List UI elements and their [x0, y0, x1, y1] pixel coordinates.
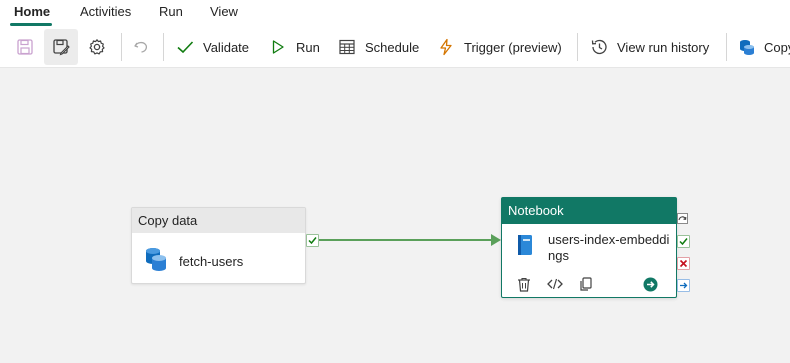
on-completion-output[interactable]: [677, 279, 690, 292]
lightning-icon: [436, 37, 456, 57]
success-connection-line[interactable]: [317, 239, 495, 241]
on-success-output[interactable]: [306, 234, 319, 247]
toolbar-divider: [121, 33, 122, 61]
calendar-grid-icon: [337, 37, 357, 57]
schedule-label: Schedule: [365, 39, 420, 55]
validate-label: Validate: [203, 39, 250, 55]
save-button[interactable]: [8, 29, 42, 65]
on-success-output[interactable]: [677, 235, 690, 248]
checkmark-icon: [679, 238, 688, 246]
toolbar: Validate Run Schedule Trigger (preview) …: [0, 27, 790, 68]
play-icon: [268, 37, 288, 57]
close-icon: [679, 259, 688, 268]
copy-button[interactable]: Copy: [738, 33, 790, 61]
activity-name: users-index-embeddings: [548, 232, 670, 263]
copy-data-icon: [738, 37, 756, 57]
delete-icon[interactable]: [516, 276, 532, 292]
view-run-history-button[interactable]: View run history: [589, 33, 709, 61]
activity-type-label: Notebook: [502, 198, 676, 224]
settings-button[interactable]: [80, 29, 114, 65]
ribbon-tabs: Home Activities Run View: [0, 0, 790, 27]
tab-run[interactable]: Run: [159, 4, 183, 19]
toolbar-divider: [577, 33, 578, 61]
view-run-history-label: View run history: [617, 39, 710, 55]
trigger-button[interactable]: Trigger (preview): [436, 33, 562, 61]
copy-label: Copy: [764, 39, 790, 55]
activity-type-label: Copy data: [132, 208, 305, 233]
copy-icon[interactable]: [578, 276, 594, 292]
toolbar-divider: [163, 33, 164, 61]
active-tab-indicator: [10, 23, 52, 26]
save-as-button[interactable]: [44, 29, 78, 65]
arrow-right-icon: [680, 282, 688, 289]
checkmark-icon: [308, 237, 317, 245]
schedule-button[interactable]: Schedule: [337, 33, 419, 61]
on-skip-output[interactable]: [677, 213, 688, 224]
tab-view[interactable]: View: [210, 4, 238, 19]
copy-data-icon: [144, 246, 168, 277]
toolbar-divider: [726, 33, 727, 61]
validate-button[interactable]: Validate: [175, 33, 249, 61]
activity-body: fetch-users: [144, 246, 243, 277]
go-to-arrow-icon[interactable]: [642, 276, 658, 292]
notebook-icon: [516, 234, 534, 261]
activity-name: fetch-users: [179, 254, 244, 269]
activity-copy-data[interactable]: Copy data fetch-users: [131, 207, 306, 284]
checkmark-icon: [175, 37, 195, 57]
activity-notebook[interactable]: Notebook users-index-embeddings: [501, 197, 677, 298]
gear-icon: [87, 37, 107, 57]
save-as-icon: [51, 37, 71, 57]
tab-activities[interactable]: Activities: [80, 4, 131, 19]
undo-button[interactable]: [124, 29, 158, 65]
code-icon[interactable]: [547, 276, 563, 292]
skip-arrow-icon: [677, 213, 688, 224]
save-icon: [15, 37, 35, 57]
history-icon: [589, 37, 609, 57]
trigger-label: Trigger (preview): [464, 39, 562, 55]
run-button[interactable]: Run: [268, 33, 320, 61]
undo-icon: [131, 37, 151, 57]
activity-actions: [516, 276, 666, 292]
on-failure-output[interactable]: [677, 257, 690, 270]
run-label: Run: [296, 39, 320, 55]
tab-home[interactable]: Home: [14, 4, 50, 19]
